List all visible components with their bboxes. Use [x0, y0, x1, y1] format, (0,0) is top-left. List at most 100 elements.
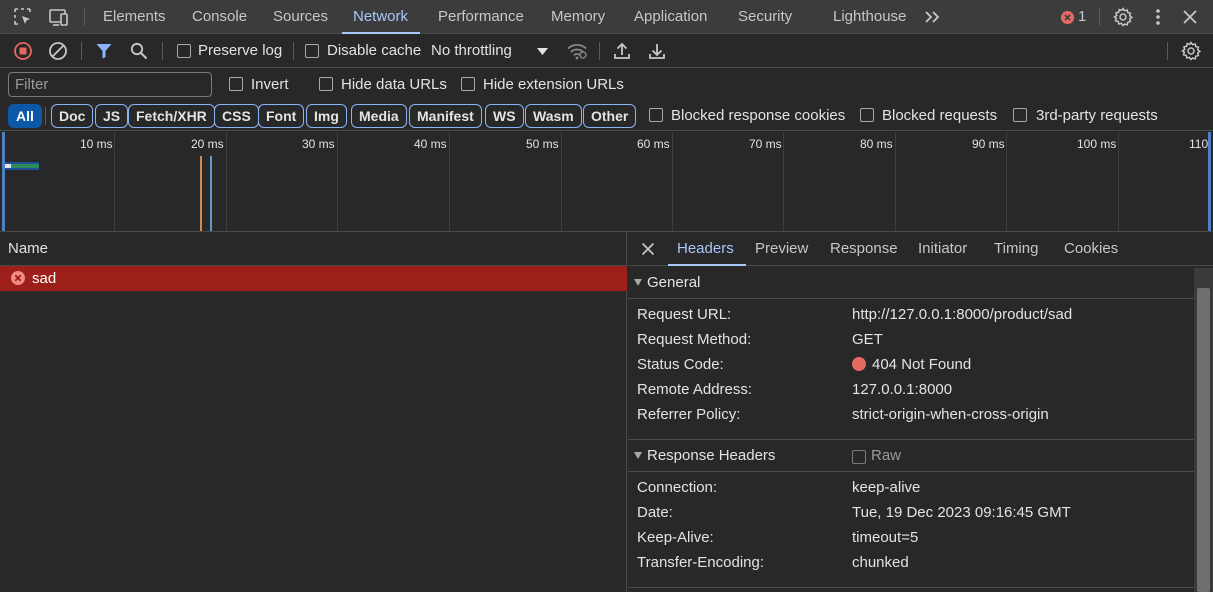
name-column-header[interactable]: Name	[0, 232, 627, 266]
header-key: Status Code:	[637, 356, 724, 373]
filter-input[interactable]	[8, 72, 212, 97]
error-badge-icon[interactable]	[1059, 9, 1075, 25]
header-key: Transfer-Encoding:	[637, 554, 765, 571]
clear-icon[interactable]	[47, 40, 69, 62]
tab-network[interactable]: Network	[341, 0, 421, 34]
type-chip-wasm[interactable]: Wasm	[525, 104, 582, 128]
type-chip-js[interactable]: JS	[95, 104, 129, 128]
more-options-icon[interactable]	[1150, 6, 1166, 28]
type-chip-doc[interactable]: Doc	[51, 104, 94, 128]
preserve-log-checkbox[interactable]	[177, 44, 191, 58]
overview-tick: 60 ms	[637, 137, 670, 151]
request-row[interactable]: sad	[0, 266, 627, 291]
search-icon[interactable]	[129, 41, 149, 61]
type-chip-font[interactable]: Font	[258, 104, 305, 128]
name-column-label: Name	[8, 240, 49, 257]
type-chip-css[interactable]: CSS	[214, 104, 259, 128]
header-key: Remote Address:	[637, 381, 753, 398]
network-conditions-icon[interactable]	[565, 40, 589, 62]
tab-application[interactable]: Application	[634, 0, 707, 34]
header-key: Referrer Policy:	[637, 406, 741, 423]
request-name: sad	[32, 270, 57, 287]
inspect-element-icon[interactable]	[12, 6, 34, 28]
tab-initiator[interactable]: Initiator	[918, 232, 967, 266]
header-key: Request URL:	[637, 306, 732, 323]
hide-data-urls-label: Hide data URLs	[341, 76, 447, 93]
overview-tick: 70 ms	[749, 137, 782, 151]
tab-preview[interactable]: Preview	[755, 232, 808, 266]
type-chip-all[interactable]: All	[8, 104, 42, 128]
tab-memory[interactable]: Memory	[551, 0, 605, 34]
export-har-icon[interactable]	[647, 40, 667, 62]
tab-console[interactable]: Console	[192, 0, 247, 34]
header-key: Keep-Alive:	[637, 529, 714, 546]
hide-data-urls-checkbox[interactable]	[319, 77, 333, 91]
overview-tick: 10 ms	[80, 137, 113, 151]
tab-lighthouse[interactable]: Lighthouse	[833, 0, 906, 34]
tab-timing[interactable]: Timing	[994, 232, 1038, 266]
invert-label: Invert	[251, 76, 289, 93]
expand-triangle-icon	[634, 452, 642, 459]
import-har-icon[interactable]	[612, 40, 632, 62]
network-overview-timeline[interactable]: 10 ms 20 ms 30 ms 40 ms 50 ms 60 ms 70 m…	[0, 132, 1213, 232]
type-chip-other[interactable]: Other	[583, 104, 637, 128]
referrer-policy-value: strict-origin-when-cross-origin	[852, 406, 1049, 423]
header-value: timeout=5	[852, 529, 919, 546]
header-value: keep-alive	[852, 479, 921, 496]
settings-gear-icon[interactable]	[1112, 6, 1134, 28]
error-count[interactable]: 1	[1078, 8, 1086, 25]
tab-headers[interactable]: Headers	[668, 232, 746, 266]
tab-cookies[interactable]: Cookies	[1064, 232, 1118, 266]
type-chip-media[interactable]: Media	[351, 104, 407, 128]
status-code-value: 404 Not Found	[872, 356, 972, 373]
invert-checkbox[interactable]	[229, 77, 243, 91]
overview-right-handle[interactable]	[1208, 132, 1211, 231]
tab-performance[interactable]: Performance	[438, 0, 524, 34]
details-tab-bar: Headers Preview Response Initiator Timin…	[628, 232, 1213, 266]
load-event-line	[210, 156, 212, 231]
scrollbar-thumb[interactable]	[1197, 288, 1210, 592]
overview-tick: 40 ms	[414, 137, 447, 151]
raw-checkbox[interactable]	[852, 450, 866, 464]
filter-icon[interactable]	[94, 41, 114, 61]
type-chip-ws[interactable]: WS	[485, 104, 524, 128]
network-settings-gear-icon[interactable]	[1180, 40, 1202, 62]
dom-content-loaded-line	[200, 156, 202, 231]
disable-cache-checkbox[interactable]	[305, 44, 319, 58]
type-chip-manifest[interactable]: Manifest	[409, 104, 482, 128]
throttling-select[interactable]: No throttling	[431, 42, 512, 59]
blocked-cookies-label: Blocked response cookies	[671, 107, 846, 124]
blocked-cookies-checkbox[interactable]	[649, 108, 663, 122]
overview-left-handle[interactable]	[2, 132, 5, 231]
close-devtools-icon[interactable]	[1180, 7, 1200, 27]
header-key: Connection:	[637, 479, 718, 496]
third-party-label: 3rd-party requests	[1036, 107, 1158, 124]
devtools-tab-bar: Elements Console Sources Network Perform…	[0, 0, 1213, 34]
request-details-panel: Headers Preview Response Initiator Timin…	[628, 232, 1213, 592]
more-tabs-icon[interactable]	[923, 7, 943, 27]
third-party-checkbox[interactable]	[1013, 108, 1027, 122]
stop-recording-icon[interactable]	[12, 40, 34, 62]
hide-extension-urls-checkbox[interactable]	[461, 77, 475, 91]
blocked-requests-checkbox[interactable]	[860, 108, 874, 122]
error-icon	[10, 270, 26, 286]
type-chip-img[interactable]: Img	[306, 104, 347, 128]
tab-elements[interactable]: Elements	[103, 0, 166, 34]
overview-request-bar-start	[5, 164, 11, 168]
overview-tick: 30 ms	[302, 137, 335, 151]
expand-triangle-icon	[634, 279, 642, 286]
response-headers-section-header[interactable]: Response Headers	[628, 441, 1194, 471]
general-section-title: General	[647, 274, 701, 291]
chevron-down-icon[interactable]	[535, 45, 549, 57]
close-details-icon[interactable]	[640, 241, 656, 257]
request-list: Name sad	[0, 232, 627, 592]
tab-sources[interactable]: Sources	[273, 0, 328, 34]
tab-security[interactable]: Security	[738, 0, 792, 34]
device-toolbar-icon[interactable]	[47, 6, 71, 28]
details-scrollbar[interactable]	[1194, 268, 1213, 592]
type-chip-fetch-xhr[interactable]: Fetch/XHR	[128, 104, 215, 128]
tab-response[interactable]: Response	[830, 232, 898, 266]
response-headers-title: Response Headers	[647, 447, 776, 464]
general-section-header[interactable]: General	[628, 268, 1194, 298]
status-dot-icon	[852, 357, 866, 371]
